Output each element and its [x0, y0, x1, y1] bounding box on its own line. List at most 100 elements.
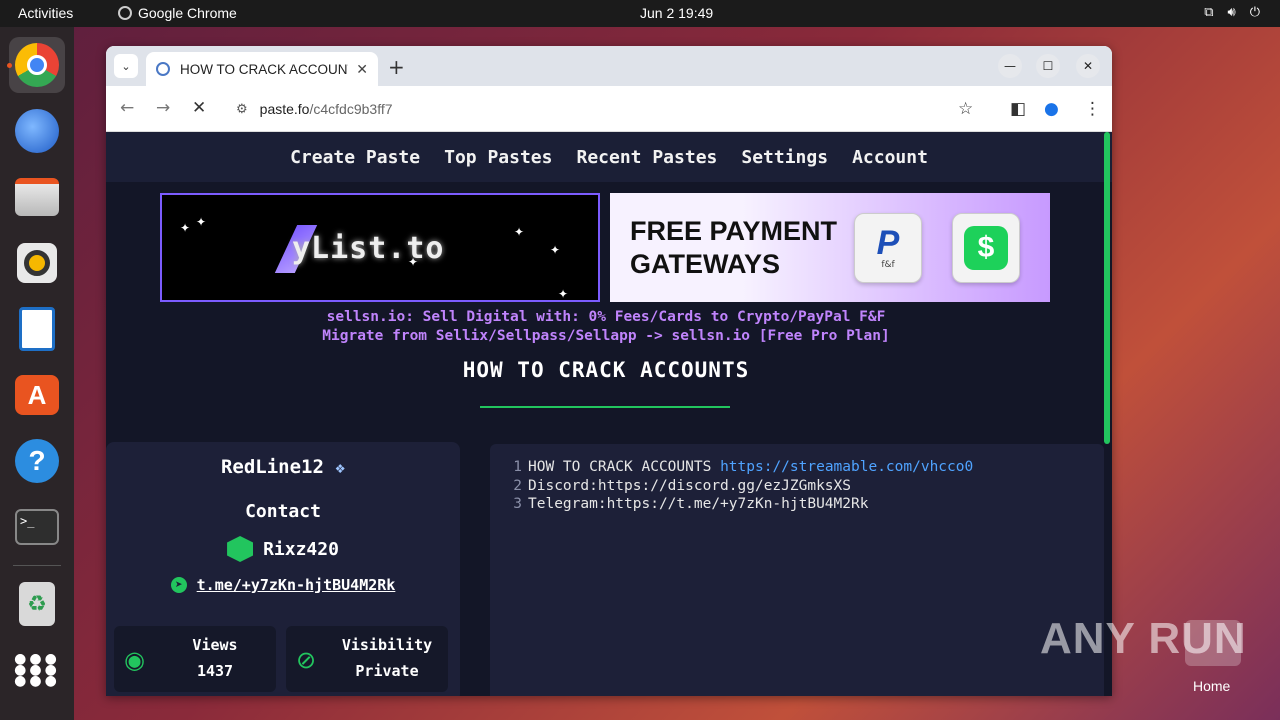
telegram-icon: ➤	[170, 577, 187, 593]
tab-strip: ⌄ HOW TO CRACK ACCOUNTS ✕ + — ☐ ✕	[106, 46, 1112, 86]
banner1-text: yList.to	[292, 231, 445, 266]
line-text: Telegram:https://t.me/+y7zKn-hjtBU4M2Rk	[528, 496, 869, 512]
dock-app-center[interactable]: A	[9, 367, 65, 423]
promo-line-1[interactable]: sellsn.io: Sell Digital with: 0% Fees/Ca…	[106, 308, 1106, 327]
dock-app-grid[interactable]: ●●● ●●● ●●●	[9, 642, 65, 698]
chrome-icon	[15, 43, 59, 87]
chrome-menu-icon[interactable]: ⋮	[1084, 99, 1101, 119]
ad-banners: ✦ ✦ ✦ ✦ ✦ ✦ yList.to FREE PAYMENT GATEWA…	[160, 193, 1050, 302]
app-center-icon: A	[15, 375, 59, 415]
author-username[interactable]: RedLine12 ❖	[106, 456, 460, 478]
author-card: RedLine12 ❖ Contact Rixz420 ➤ t.me/+y7zK…	[106, 442, 460, 696]
site-info-icon[interactable]: ⚙	[236, 101, 248, 117]
views-stat: ◉ Views 1437	[114, 626, 276, 692]
code-link[interactable]: https://streamable.com/vhcco0	[720, 459, 973, 475]
active-tab[interactable]: HOW TO CRACK ACCOUNTS ✕	[146, 52, 378, 86]
forward-button[interactable]: →	[156, 98, 170, 118]
dock-rhythmbox[interactable]	[9, 235, 65, 291]
eye-icon: ◉	[124, 646, 145, 674]
line-text: HOW TO CRACK ACCOUNTS	[528, 459, 721, 475]
telegram-link[interactable]: t.me/+y7zKn-hjtBU4M2Rk	[197, 576, 396, 594]
thunderbird-icon	[15, 109, 59, 153]
paste-title: HOW TO CRACK ACCOUNTS	[462, 358, 750, 382]
page-scrollbar[interactable]	[1104, 132, 1110, 444]
home-folder-label[interactable]: Home	[1193, 678, 1230, 694]
new-tab-button[interactable]: +	[388, 55, 405, 79]
help-icon: ?	[15, 439, 59, 483]
network-icon[interactable]: ⧉	[1204, 4, 1213, 20]
address-bar[interactable]: ⚙ paste.fo/c4cfdc9b3ff7	[224, 93, 992, 125]
code-line-2: 2 Discord:https://discord.gg/ezJZGmksXS	[508, 477, 1104, 496]
system-tray[interactable]: ⧉ 🔊︎ ⏻	[1204, 4, 1260, 20]
promo-text[interactable]: sellsn.io: Sell Digital with: 0% Fees/Ca…	[106, 308, 1106, 346]
app-menu[interactable]: Google Chrome	[118, 5, 237, 21]
stop-loading-button[interactable]: ✕	[192, 98, 206, 118]
line-number: 1	[513, 459, 522, 475]
home-folder-icon[interactable]	[1185, 620, 1241, 666]
dock-help[interactable]: ?	[9, 433, 65, 489]
minimize-button[interactable]: —	[998, 54, 1022, 78]
contact-name: Rixz420	[263, 538, 339, 560]
writer-icon	[19, 307, 55, 351]
paste-code-block[interactable]: 1 HOW TO CRACK ACCOUNTS https://streamabl…	[490, 444, 1104, 696]
browser-toolbar: ← → ✕ ⚙ paste.fo/c4cfdc9b3ff7 ☆ ◧ ● ⋮	[106, 86, 1112, 132]
volume-icon[interactable]: 🔊︎	[1228, 4, 1236, 20]
cashapp-icon: $	[952, 213, 1020, 283]
maximize-button[interactable]: ☐	[1036, 54, 1060, 78]
url-path: /c4cfdc9b3ff7	[309, 101, 393, 117]
rhythmbox-icon	[17, 243, 57, 283]
contact-heading: Contact	[245, 501, 321, 522]
tab-search-button[interactable]: ⌄	[114, 54, 138, 78]
clock[interactable]: Jun 2 19:49	[640, 5, 713, 21]
side-panel-icon[interactable]: ◧	[1010, 99, 1026, 119]
nav-recent-pastes[interactable]: Recent Pastes	[576, 147, 717, 168]
app-name-label: Google Chrome	[138, 5, 237, 21]
promo-line-2[interactable]: Migrate from Sellix/Sellpass/Sellapp -> …	[106, 327, 1106, 346]
files-icon	[15, 178, 59, 216]
nav-account[interactable]: Account	[852, 147, 928, 168]
dock-trash[interactable]: ♻	[9, 576, 65, 632]
profile-icon[interactable]: ●	[1044, 99, 1059, 119]
dock: A ? >_ ♻ ●●● ●●● ●●●	[0, 27, 74, 720]
contact-name-row: Rixz420	[106, 536, 460, 562]
bookmark-star-icon[interactable]: ☆	[958, 99, 973, 119]
activities-button[interactable]: Activities	[18, 5, 73, 21]
shield-badge-icon	[227, 536, 254, 562]
tab-favicon-icon	[156, 62, 170, 76]
dock-writer[interactable]	[9, 301, 65, 357]
title-divider	[480, 406, 730, 408]
ad-banner-ylist[interactable]: ✦ ✦ ✦ ✦ ✦ ✦ yList.to	[160, 193, 600, 302]
username-text: RedLine12	[220, 456, 324, 478]
ad-banner-payment[interactable]: FREE PAYMENT GATEWAYS P f&f $	[610, 193, 1050, 302]
trash-icon: ♻	[19, 582, 55, 626]
page-content: Create Paste Top Pastes Recent Pastes Se…	[106, 132, 1112, 696]
dock-terminal[interactable]: >_	[9, 499, 65, 555]
paypal-icon: P f&f	[854, 213, 922, 283]
power-icon[interactable]: ⏻	[1250, 4, 1260, 20]
url-host: paste.fo	[259, 101, 310, 117]
visibility-label: Visibility	[341, 636, 433, 654]
banner2-line2: GATEWAYS	[630, 249, 781, 279]
banner2-text: FREE PAYMENT GATEWAYS	[630, 215, 837, 281]
telegram-row: ➤ t.me/+y7zKn-hjtBU4M2Rk	[106, 576, 460, 594]
dock-separator	[13, 565, 61, 566]
dock-files[interactable]	[9, 169, 65, 225]
tab-close-icon[interactable]: ✕	[356, 61, 368, 78]
running-indicator	[7, 63, 12, 68]
dock-thunderbird[interactable]	[9, 103, 65, 159]
nav-top-pastes[interactable]: Top Pastes	[444, 147, 552, 168]
dock-chrome[interactable]	[7, 37, 65, 93]
nav-settings[interactable]: Settings	[741, 147, 828, 168]
eye-off-icon: ⊘	[296, 646, 317, 674]
visibility-value: Private	[355, 662, 419, 680]
views-label: Views	[192, 636, 238, 654]
visibility-stat: ⊘ Visibility Private	[286, 626, 448, 692]
browser-window: ⌄ HOW TO CRACK ACCOUNTS ✕ + — ☐ ✕ ← → ✕ …	[106, 46, 1112, 696]
app-grid-icon: ●●● ●●● ●●●	[14, 650, 60, 689]
nav-create-paste[interactable]: Create Paste	[290, 147, 420, 168]
code-line-3: 3 Telegram:https://t.me/+y7zKn-hjtBU4M2Rk	[508, 495, 1104, 514]
back-button[interactable]: ←	[120, 98, 134, 118]
chrome-icon	[118, 6, 132, 20]
close-window-button[interactable]: ✕	[1076, 54, 1100, 78]
tab-title: HOW TO CRACK ACCOUNTS	[180, 61, 349, 77]
